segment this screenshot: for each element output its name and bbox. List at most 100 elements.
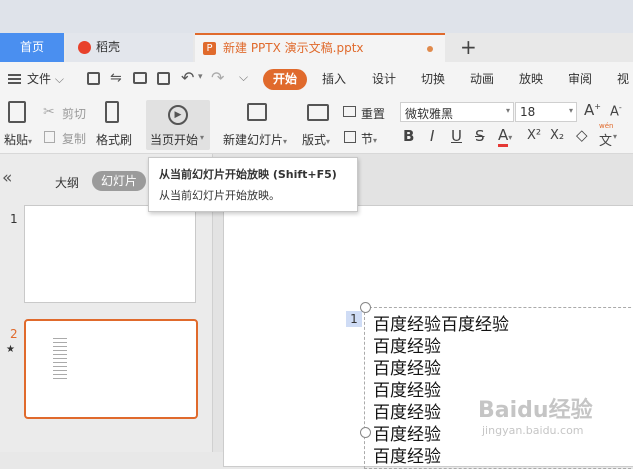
menu-item-transition[interactable]: 切换 bbox=[421, 62, 445, 96]
cut-button[interactable]: 剪切 bbox=[62, 105, 86, 122]
chevron-down-icon: ▾ bbox=[326, 137, 331, 146]
print-icon[interactable] bbox=[133, 72, 147, 84]
tab-outline[interactable]: 大纲 bbox=[55, 174, 79, 191]
watermark-url: jingyan.baidu.com bbox=[482, 424, 584, 437]
collapse-panel-button[interactable]: « bbox=[2, 168, 12, 188]
play-icon: ▶ bbox=[168, 105, 188, 125]
slide-number-2: 2 bbox=[10, 327, 18, 341]
tooltip-body: 从当前幻灯片开始放映。 bbox=[159, 189, 280, 202]
tab-daoke-label: 稻壳 bbox=[96, 40, 121, 54]
menu-item-animation[interactable]: 动画 bbox=[470, 62, 494, 96]
section-icon[interactable] bbox=[344, 131, 356, 143]
unsaved-dot-icon bbox=[427, 46, 433, 52]
reset-button[interactable]: 重置 bbox=[361, 105, 385, 122]
hamburger-icon[interactable] bbox=[8, 74, 21, 84]
chevron-down-icon: ▾ bbox=[28, 137, 33, 146]
placeholder-number-badge: 1 bbox=[346, 311, 362, 327]
ppt-file-icon: P bbox=[203, 42, 216, 55]
tab-home[interactable]: 首页 bbox=[0, 33, 64, 62]
tab-slides[interactable]: 幻灯片 bbox=[92, 171, 146, 191]
font-name-select[interactable]: 微软雅黑 ▾ bbox=[400, 102, 514, 122]
baidu-watermark: Baidu经验 jingyan.baidu.com bbox=[478, 392, 593, 437]
menu-item-view[interactable]: 视图 bbox=[617, 62, 633, 120]
undo-dropdown-icon[interactable]: ▾ bbox=[198, 72, 203, 82]
redo-icon[interactable]: ↷ bbox=[211, 68, 224, 87]
section-button[interactable]: 节▾ bbox=[361, 130, 377, 147]
slide-text-line: 百度经验百度经验 bbox=[373, 315, 509, 335]
slide-text-line: 百度经验 bbox=[373, 447, 441, 467]
tooltip: 从当前幻灯片开始放映 (Shift+F5) 从当前幻灯片开始放映。 bbox=[148, 157, 358, 212]
daoke-logo-icon bbox=[78, 41, 91, 54]
menu-file[interactable]: 文件 ⌵ bbox=[27, 62, 64, 96]
paste-button[interactable]: 粘贴▾ bbox=[4, 131, 32, 148]
menu-file-label: 文件 bbox=[27, 72, 52, 86]
slide-thumbnail-1[interactable] bbox=[24, 205, 196, 303]
play-from-current-button[interactable]: ▶ 当页开始 ▾ bbox=[146, 100, 210, 150]
menu-item-slideshow[interactable]: 放映 bbox=[519, 62, 543, 96]
paste-icon[interactable] bbox=[8, 101, 26, 123]
chevron-down-icon: ▾ bbox=[373, 136, 378, 145]
menu-item-design[interactable]: 设计 bbox=[372, 62, 396, 96]
tooltip-title: 从当前幻灯片开始放映 (Shift+F5) bbox=[159, 168, 337, 181]
font-size-select[interactable]: 18 ▾ bbox=[515, 102, 577, 122]
menu-item-review[interactable]: 审阅 bbox=[568, 62, 592, 96]
tab-document-label: 新建 PPTX 演示文稿.pptx bbox=[223, 41, 364, 55]
decrease-font-icon[interactable]: A- bbox=[610, 103, 622, 119]
print-preview-icon[interactable] bbox=[157, 72, 170, 85]
new-slide-button[interactable]: 新建幻灯片▾ bbox=[223, 131, 287, 148]
subscript-button[interactable]: X₂ bbox=[550, 128, 564, 143]
window-tab-bar bbox=[0, 0, 633, 33]
underline-button[interactable]: U bbox=[451, 127, 462, 145]
chevron-down-icon: ▾ bbox=[613, 132, 618, 141]
slide-text-line: 百度经验 bbox=[373, 337, 441, 357]
save-icon[interactable] bbox=[87, 72, 100, 85]
chevron-down-icon: ▾ bbox=[508, 133, 513, 142]
copy-icon[interactable] bbox=[44, 131, 55, 143]
thumbnail-text-lines bbox=[53, 338, 67, 380]
font-color-button[interactable]: A▾ bbox=[498, 126, 513, 147]
layout-button[interactable]: 版式▾ bbox=[302, 131, 330, 148]
slide-text-line: 百度经验 bbox=[373, 403, 441, 423]
slide-text-line: 百度经验 bbox=[373, 359, 441, 379]
clear-format-button[interactable]: ◇ bbox=[576, 126, 588, 144]
chevron-down-icon: ▾ bbox=[283, 137, 288, 146]
resize-handle[interactable] bbox=[360, 427, 371, 438]
tab-daoke[interactable]: 稻壳 bbox=[66, 33, 193, 62]
chevron-down-icon: ▾ bbox=[568, 106, 573, 115]
paste-label: 粘贴 bbox=[4, 133, 29, 147]
slide-number-1: 1 bbox=[10, 212, 18, 226]
font-color-label: A bbox=[498, 126, 509, 147]
pinyin-label: 文 bbox=[599, 134, 613, 149]
slide-thumbnail-2[interactable] bbox=[24, 319, 198, 419]
new-slide-label: 新建幻灯片 bbox=[223, 133, 284, 147]
italic-button[interactable]: I bbox=[430, 127, 434, 145]
export-icon[interactable]: ⇋ bbox=[110, 70, 122, 86]
reset-icon[interactable] bbox=[343, 106, 356, 117]
animation-star-icon: ★ bbox=[6, 344, 15, 355]
font-size-value: 18 bbox=[520, 105, 536, 119]
quick-access-dropdown-icon[interactable]: ⌵ bbox=[239, 70, 248, 85]
strikethrough-button[interactable]: S bbox=[475, 127, 485, 145]
slide-text-line: 百度经验 bbox=[373, 425, 441, 445]
watermark-brand: Baidu经验 bbox=[478, 398, 593, 423]
format-painter-icon[interactable] bbox=[105, 101, 119, 123]
scissors-icon[interactable]: ✂ bbox=[43, 104, 55, 120]
menu-item-insert[interactable]: 插入 bbox=[322, 62, 346, 96]
superscript-button[interactable]: X² bbox=[527, 128, 541, 143]
new-tab-button[interactable]: + bbox=[460, 35, 477, 59]
chevron-down-icon: ▾ bbox=[200, 133, 205, 142]
play-from-current-label: 当页开始 bbox=[150, 133, 199, 147]
increase-font-icon[interactable]: A+ bbox=[584, 101, 601, 119]
tab-document[interactable]: P 新建 PPTX 演示文稿.pptx bbox=[195, 33, 445, 62]
copy-button[interactable]: 复制 bbox=[62, 130, 86, 147]
undo-icon[interactable]: ↶ bbox=[181, 68, 194, 87]
menu-item-start[interactable]: 开始 bbox=[263, 69, 307, 90]
layout-icon[interactable] bbox=[307, 104, 329, 121]
slide-text-line: 百度经验 bbox=[373, 381, 441, 401]
resize-handle[interactable] bbox=[360, 302, 371, 313]
bold-button[interactable]: B bbox=[403, 127, 414, 145]
layout-label: 版式 bbox=[302, 133, 327, 147]
new-slide-icon[interactable] bbox=[247, 103, 267, 121]
font-name-value: 微软雅黑 bbox=[405, 107, 454, 121]
format-painter-button[interactable]: 格式刷 bbox=[96, 131, 132, 148]
